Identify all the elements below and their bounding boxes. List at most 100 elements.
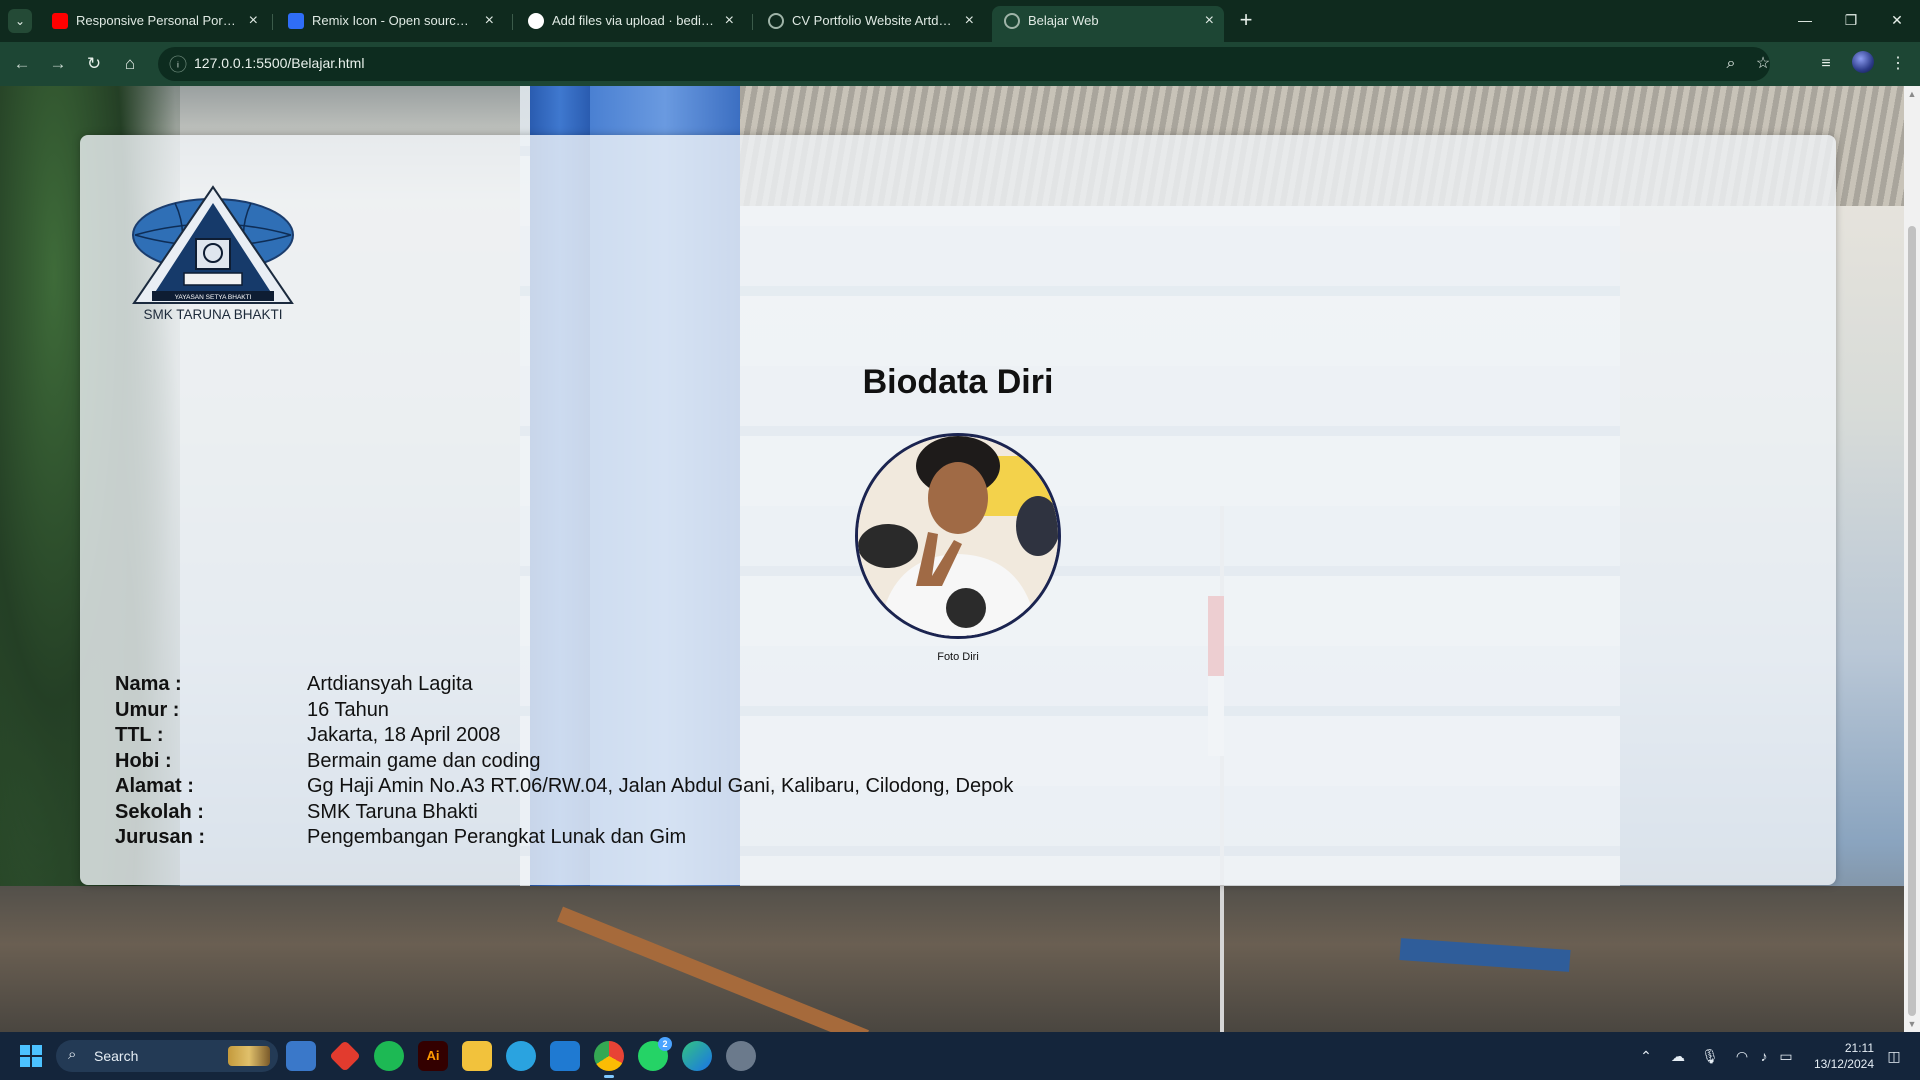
site-info-icon[interactable]: i [169, 55, 187, 73]
school-name: SMK TARUNA BHAKTI [143, 307, 283, 322]
git-app-icon[interactable] [329, 1040, 361, 1072]
back-button[interactable]: ← [8, 50, 36, 78]
biodata-card: YAYASAN SETYA BHAKTI SMK TARUNA BHAKTI B… [80, 135, 1836, 885]
bio-row-ttl: TTL : Jakarta, 18 April 2008 [115, 724, 1315, 750]
chrome-icon[interactable] [594, 1041, 624, 1078]
bio-value: Pengembangan Perangkat Lunak dan Gim [307, 826, 687, 848]
address-bar[interactable]: i 127.0.0.1:5500/Belajar.html ⌕ ☆ [158, 47, 1770, 81]
settings-icon[interactable] [726, 1041, 756, 1071]
notification-icon[interactable]: ◫ [1884, 1046, 1904, 1066]
bio-label: Hobi : [115, 749, 172, 772]
close-window-button[interactable]: ✕ [1874, 0, 1920, 40]
bio-value: Bermain game dan coding [307, 749, 541, 772]
vscode-icon[interactable] [550, 1041, 580, 1071]
close-icon[interactable]: × [1205, 6, 1214, 36]
telegram-icon[interactable] [506, 1041, 536, 1071]
background-courtyard [0, 886, 1904, 1032]
bio-value: SMK Taruna Bhakti [307, 800, 478, 823]
profile-avatar[interactable] [1852, 51, 1874, 73]
onedrive-icon[interactable]: ☁ [1668, 1046, 1688, 1066]
bio-label: Jurusan : [115, 826, 206, 848]
arrow-right-icon: → [49, 54, 67, 73]
start-button[interactable] [20, 1045, 42, 1067]
wifi-icon[interactable]: ◠ [1732, 1046, 1752, 1066]
chrome-menu-button[interactable]: ⋮ [1884, 50, 1912, 78]
reload-button[interactable]: ↻ [80, 50, 108, 78]
scroll-up-icon[interactable]: ▲ [1904, 86, 1920, 102]
tab-title: Belajar Web [1028, 13, 1099, 28]
globe-icon [768, 13, 784, 29]
bio-row-sekolah: Sekolah : SMK Taruna Bhakti [115, 801, 1315, 827]
clock-time: 21:11 [1844, 1041, 1874, 1055]
search-icon: ⌕ [68, 1046, 77, 1063]
arrow-left-icon: ← [13, 54, 31, 73]
new-tab-button[interactable]: + [1232, 6, 1260, 34]
bookmark-star-icon[interactable]: ☆ [1752, 53, 1774, 75]
bio-value: Gg Haji Amin No.A3 RT.06/RW.04, Jalan Ab… [307, 775, 1014, 797]
restore-icon: ❐ [1844, 12, 1858, 28]
page-title: Biodata Diri [862, 363, 1054, 401]
close-icon[interactable]: × [249, 6, 258, 36]
logo-foundation-text: YAYASAN SETYA BHAKTI [175, 294, 252, 301]
folder-icon[interactable] [462, 1041, 492, 1071]
notification-badge: 2 [658, 1037, 672, 1051]
restore-button[interactable]: ❐ [1828, 0, 1874, 40]
tab-remix-icon[interactable]: Remix Icon - Open source icon × [276, 6, 504, 42]
clock-date: 13/12/2024 [1813, 1057, 1874, 1071]
tab-title: Responsive Personal Portfolio W [76, 13, 238, 28]
tab-separator [272, 14, 273, 30]
illustrator-icon[interactable]: Ai [418, 1041, 448, 1071]
tab-cv-portfolio[interactable]: CV Portfolio Website Artdiansya × [756, 6, 984, 42]
system-clock[interactable]: 21:11 13/12/2024 [1794, 1040, 1874, 1072]
store-icon[interactable] [286, 1041, 316, 1071]
biodata-list: Nama : Artdiansyah Lagita Umur : 16 Tahu… [115, 673, 1315, 852]
more-vertical-icon: ⋮ [1890, 55, 1906, 72]
address-url[interactable]: 127.0.0.1:5500/Belajar.html [194, 55, 364, 71]
bio-row-jurusan: Jurusan : Pengembangan Perangkat Lunak d… [115, 826, 1315, 852]
bio-value: Jakarta, 18 April 2008 [307, 724, 501, 746]
bio-label: Alamat : [115, 775, 194, 797]
taskbar-search[interactable]: ⌕ Search [56, 1040, 278, 1072]
bio-value: Artdiansyah Lagita [307, 673, 473, 695]
bio-row-nama: Nama : Artdiansyah Lagita [115, 673, 1315, 699]
battery-icon[interactable]: ▭ [1776, 1046, 1796, 1066]
close-icon[interactable]: × [485, 6, 494, 36]
minimize-button[interactable]: — [1782, 0, 1828, 40]
scroll-down-icon[interactable]: ▼ [1904, 1016, 1920, 1032]
page-scrollbar[interactable]: ▲ ▼ [1904, 86, 1920, 1032]
photo-caption: Foto Diri [937, 651, 979, 663]
youtube-icon [52, 13, 68, 29]
windows-logo-icon [20, 1057, 30, 1067]
tab-separator [752, 14, 753, 30]
volume-icon[interactable]: ♪ [1754, 1046, 1774, 1066]
portrait-image [858, 436, 1058, 636]
home-icon: ⌂ [124, 54, 136, 73]
windows-logo-icon [20, 1045, 30, 1055]
tab-separator [512, 14, 513, 30]
browser-tab-strip: ⌄ Responsive Personal Portfolio W × Remi… [0, 0, 1920, 42]
tab-title: Add files via upload · bedimcod [552, 13, 714, 28]
whatsapp-icon[interactable]: 2 [638, 1037, 672, 1071]
globe-icon [1004, 13, 1020, 29]
microphone-icon[interactable]: 🎙 [1700, 1046, 1720, 1066]
chevron-up-icon[interactable]: ⌃ [1636, 1046, 1656, 1066]
windows-taskbar: ⌕ Search Ai 2 ⌃ ☁ 🎙 ◠ ♪ ▭ 21:11 13/12/20… [0, 1032, 1920, 1080]
tab-github-upload[interactable]: Add files via upload · bedimcod × [516, 6, 744, 42]
search-highlight-icon [228, 1046, 270, 1066]
bio-value: 16 Tahun [307, 698, 389, 721]
tab-belajar-web[interactable]: Belajar Web × [992, 6, 1224, 42]
close-icon[interactable]: × [965, 6, 974, 36]
spotify-icon[interactable] [374, 1041, 404, 1071]
tab-portfolio-video[interactable]: Responsive Personal Portfolio W × [40, 6, 268, 42]
scroll-thumb[interactable] [1908, 226, 1916, 1016]
edge-icon[interactable] [682, 1041, 712, 1071]
chevron-down-icon: ⌄ [14, 14, 26, 28]
tab-search-button[interactable]: ⌄ [8, 9, 32, 33]
forward-button[interactable]: → [44, 50, 72, 78]
home-button[interactable]: ⌂ [116, 50, 144, 78]
zoom-icon[interactable]: ⌕ [1720, 53, 1742, 75]
close-icon[interactable]: × [725, 6, 734, 36]
remix-icon [288, 13, 304, 29]
minimize-icon: — [1798, 12, 1812, 28]
media-controls-button[interactable]: ≡ [1812, 50, 1840, 78]
